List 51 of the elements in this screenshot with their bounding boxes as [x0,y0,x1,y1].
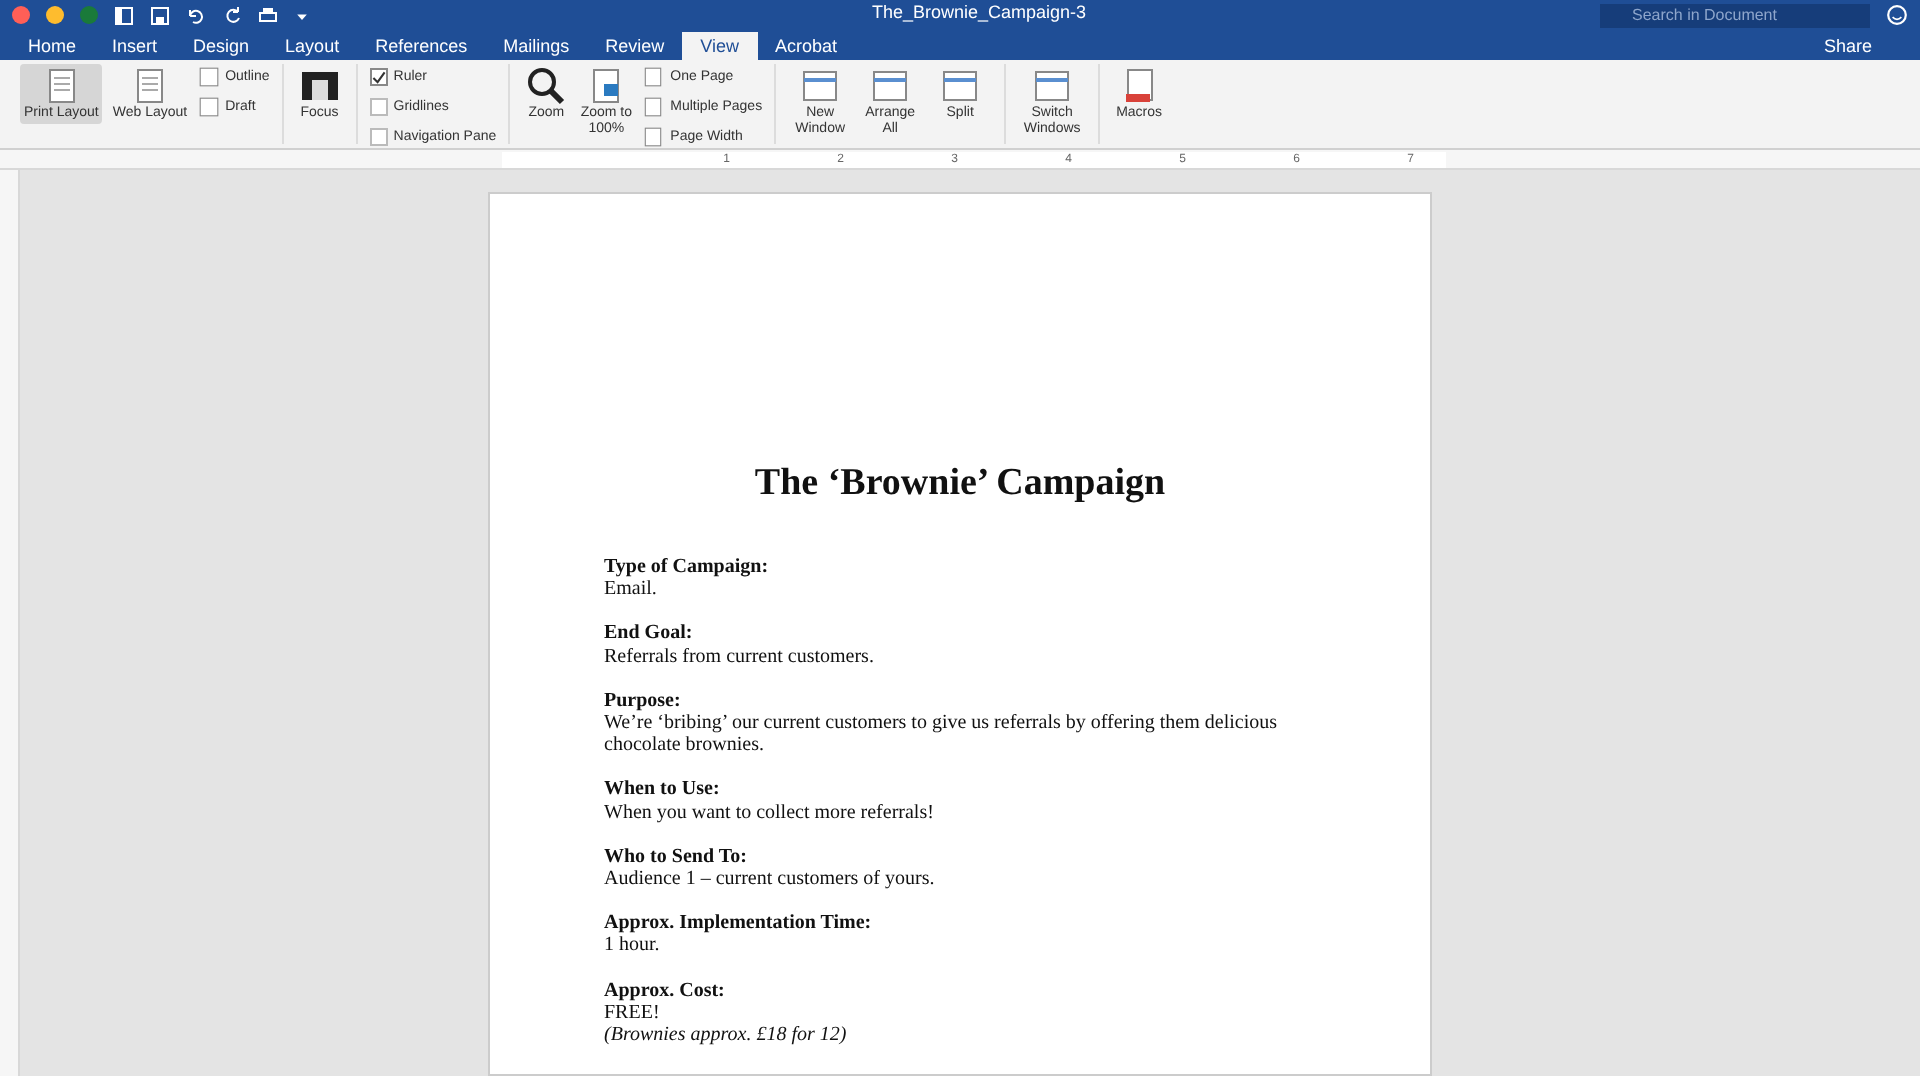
ribbon-tab[interactable]: Layout [267,32,358,60]
ribbon-tab[interactable]: View [682,32,757,60]
section-text: 1 hour. [604,934,662,958]
window-icon [940,66,981,106]
smiley-icon [1886,4,1908,26]
ribbon-tab[interactable]: Review [587,32,683,60]
share-button[interactable]: Share [1823,35,1872,55]
close-icon[interactable] [12,6,30,24]
ribbon-tab[interactable]: Insert [94,32,176,60]
ribbon-tab[interactable]: Design [175,32,268,60]
checkbox-box[interactable] [369,98,388,116]
search-field[interactable]: Search in Document [1600,3,1870,27]
section-text: (Brownies approx. £18 for 12) [604,1024,849,1047]
section-label: Purpose: [604,689,683,713]
section-label: End Goal: [604,622,695,646]
minimize-icon[interactable] [46,6,64,24]
ribbon-tab[interactable]: Acrobat [757,32,856,60]
window-title: The_Brownie_Campaign-3 [872,2,1087,22]
page-icon [642,96,665,118]
sidebar-icon [114,5,134,25]
checkmark-icon [371,70,386,86]
section-text: When you want to collect more referrals! [604,801,936,824]
section-text: We’re ‘bribing’ our current customers to give us referrals by offering them delicious chocolate brownies. [604,712,1279,757]
window-icon [870,66,911,106]
redo-icon [222,5,242,25]
section-label: Type of Campaign: [604,556,771,579]
section-text: FREE! [604,1001,662,1025]
save-icon [150,5,170,25]
ribbon-tab[interactable]: Mailings [485,32,588,60]
section-text: Audience 1 – current customers of yours. [604,868,937,891]
page-icon [197,96,220,118]
section-label: Approx. Cost: [604,979,727,1002]
ribbon-tab[interactable]: Home [10,32,95,60]
checkbox-box[interactable] [369,68,388,86]
section-text: Email. [604,578,659,601]
window-icon [800,66,841,106]
ribbon-tab[interactable]: References [357,32,486,60]
window-icon [1032,66,1073,106]
focus-icon [299,66,340,106]
document-title: The ‘Brownie’ Campaign [752,462,1168,506]
section-label: When to Use: [604,778,722,802]
maximize-icon[interactable] [80,6,98,24]
section-label: Approx. Implementation Time: [604,912,874,935]
undo-icon [186,5,206,25]
checkbox-box[interactable] [369,128,388,146]
section-text: Referrals from current customers. [604,645,876,668]
page-icon [642,66,665,88]
print-icon [258,5,278,25]
section-label: Who to Send To: [604,845,749,869]
magnifier-icon [526,66,567,106]
page-icon [197,66,220,88]
